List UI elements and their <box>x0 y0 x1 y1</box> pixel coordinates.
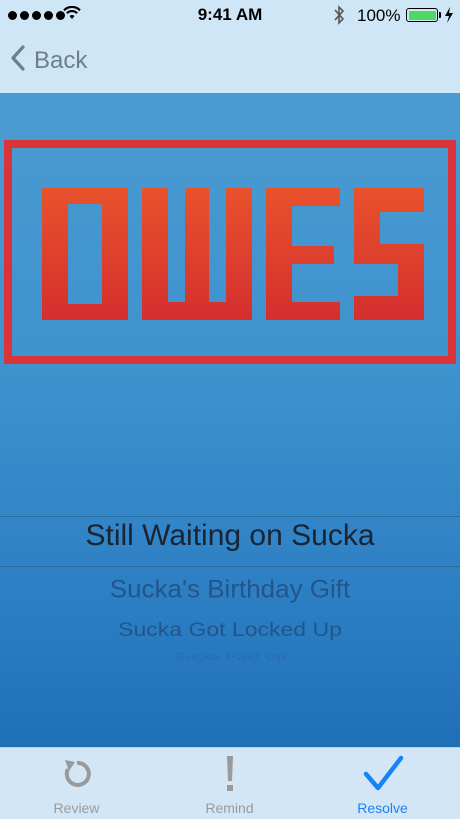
picker-divider <box>0 566 460 567</box>
checkmark-icon <box>306 754 459 794</box>
status-bar: 9:41 AM 100% <box>0 0 460 32</box>
charging-icon <box>444 7 454 28</box>
picker-option[interactable]: Sucka Paid Up <box>0 651 460 663</box>
chevron-left-icon <box>10 44 26 77</box>
back-button[interactable]: Back <box>10 44 87 77</box>
tab-review[interactable]: Review <box>0 748 153 819</box>
main-content: Still Waiting on Sucka Sucka's Birthday … <box>0 93 460 747</box>
picker-option[interactable]: Sucka Got Locked Up <box>0 618 460 641</box>
tab-label: Review <box>53 800 100 816</box>
back-label: Back <box>34 46 88 74</box>
battery-percent: 100% <box>357 6 401 25</box>
picker-selected-option[interactable]: Still Waiting on Sucka <box>0 519 460 553</box>
picker-option[interactable]: Sucka's Birthday Gift <box>0 575 460 604</box>
refresh-icon <box>0 754 153 794</box>
picker-divider <box>0 516 460 517</box>
tab-resolve[interactable]: Resolve <box>306 748 459 819</box>
owes-logo <box>4 140 456 365</box>
tab-label: Remind <box>205 800 254 816</box>
tab-remind[interactable]: Remind <box>153 748 306 819</box>
tab-label: Resolve <box>357 800 408 816</box>
battery-icon <box>406 8 438 22</box>
exclamation-icon <box>153 754 306 794</box>
bluetooth-icon <box>333 5 345 30</box>
tab-bar: Review Remind Resolve <box>0 747 460 819</box>
navigation-bar: Back <box>0 32 460 93</box>
status-picker[interactable]: Still Waiting on Sucka Sucka's Birthday … <box>0 516 460 747</box>
